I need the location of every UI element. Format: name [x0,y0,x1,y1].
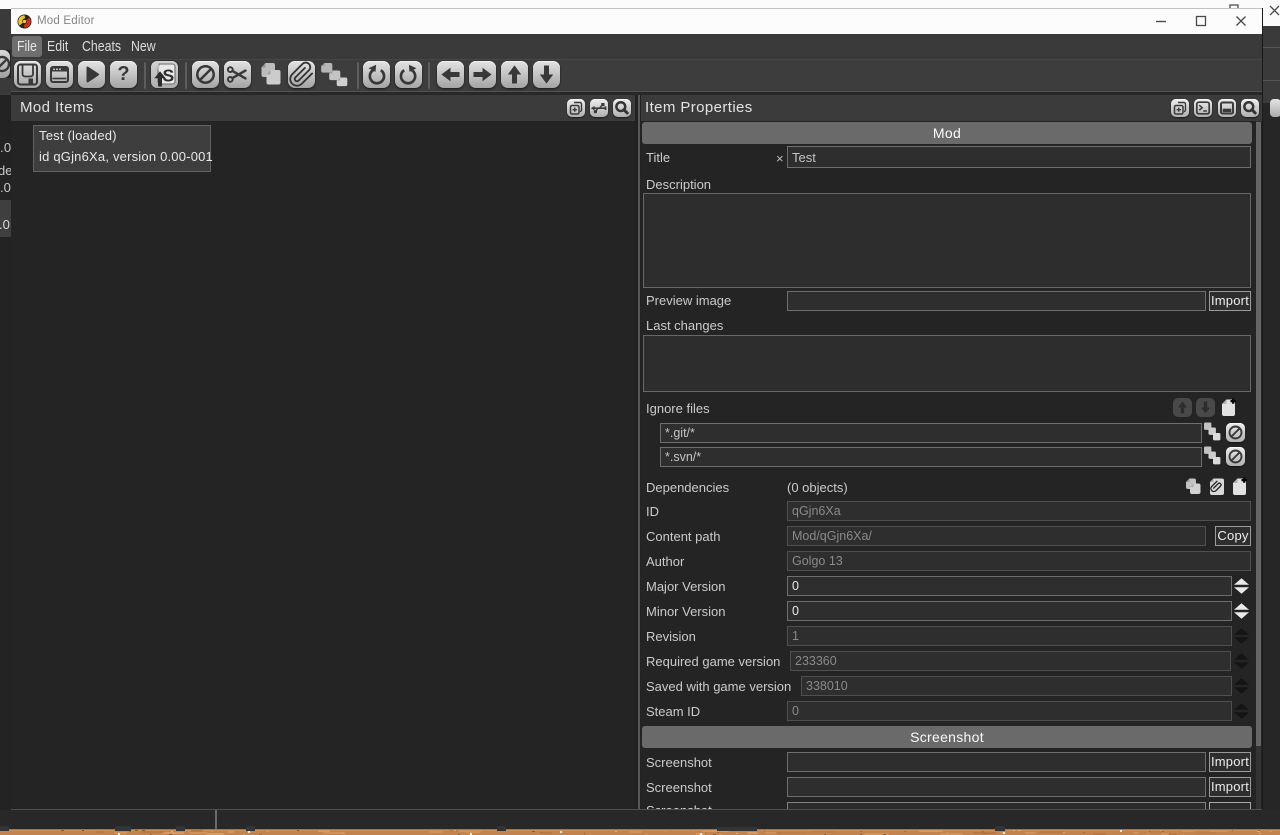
svg-text:S: S [162,65,174,85]
